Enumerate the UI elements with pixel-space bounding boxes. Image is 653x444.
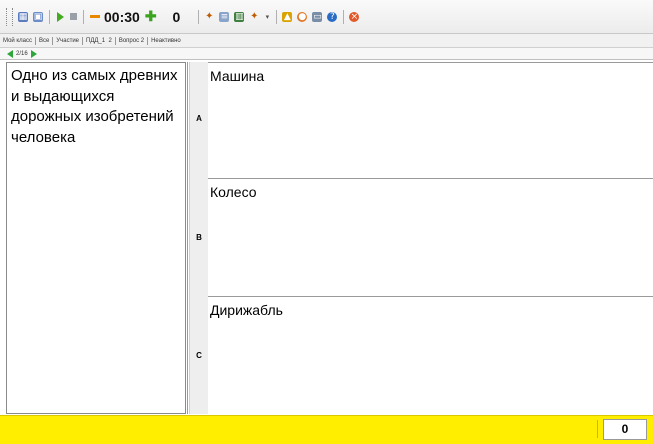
info-test-name: ПДД_1 [86,37,106,44]
question-panel: Одно из самых древних и выдающихся дорож… [6,62,186,414]
info-class: Мой класс [0,36,36,45]
answer-letter-b: B [196,233,202,242]
status-separator [597,420,598,438]
info-test-number: 2 [108,37,112,44]
answer-option-b[interactable]: Колесо [208,178,653,297]
next-arrow-icon[interactable] [30,49,37,58]
exit-icon[interactable]: × [349,11,360,22]
minus-icon[interactable] [90,15,100,18]
answer-letters-column: A B C [189,62,209,414]
pointer-icon[interactable]: ✦ [204,12,214,22]
toolbar-separator [198,9,200,24]
toolbar-separator [276,9,278,24]
lock-icon[interactable]: ▲ [282,11,293,22]
answer-text-a: Машина [210,68,265,84]
toolbar-separator [83,9,84,24]
info-mode: Участие [53,36,84,45]
info-strip: Мой класс Все Участие ПДД_1 2 Вопрос 2 Н… [0,34,653,48]
help-icon[interactable]: ? [327,11,338,22]
chevron-down-icon[interactable]: ▾ [264,12,270,22]
answer-option-a[interactable]: Машина [208,62,653,179]
stop-icon[interactable] [70,13,77,20]
toolbar-separator [49,9,50,24]
document-icon[interactable]: ≡ [219,11,230,22]
question-text: Одно из самых древних и выдающихся дорож… [11,67,178,146]
grid-view-icon[interactable]: ▦ [18,11,28,22]
grip-icon[interactable] [6,7,13,26]
window-icon[interactable]: ▭ [312,11,323,22]
answer-letter-a: A [196,114,202,123]
answer-letter-c: C [196,351,202,360]
status-bar: 0 [0,415,653,444]
timer-display: 00:30 [104,8,140,25]
score-display: 0 [172,8,181,25]
flag-icon[interactable]: ● [297,11,308,22]
answer-option-c[interactable]: Дирижабль [208,296,653,415]
question-nav: 2/16 [0,48,653,60]
info-test: ПДД_1 2 [83,36,116,45]
chart-icon[interactable]: ▥ [234,11,245,22]
answer-text-b: Колесо [210,184,257,200]
panel-splitter[interactable] [187,62,188,414]
info-group: Все [36,36,54,45]
answer-counter: 0 [603,419,647,440]
play-icon[interactable] [57,11,64,22]
toolbar-separator [343,9,345,24]
previous-arrow-icon[interactable] [7,49,13,58]
monitor-icon[interactable]: ▣ [33,11,43,22]
plus-icon[interactable]: ✚ [145,8,157,25]
answer-text-c: Дирижабль [210,302,283,318]
main-toolbar: ▦ ▣ 00:30 ✚ 0 ✦ ≡ ▥ ✦ ▾ ▲ ● ▭ ? × [0,0,653,34]
question-position: 2/16 [16,50,28,57]
info-state: Неактивно [151,37,181,44]
pointer-dropdown-icon[interactable]: ✦ [249,12,259,22]
info-question: Вопрос 2 [116,36,149,45]
